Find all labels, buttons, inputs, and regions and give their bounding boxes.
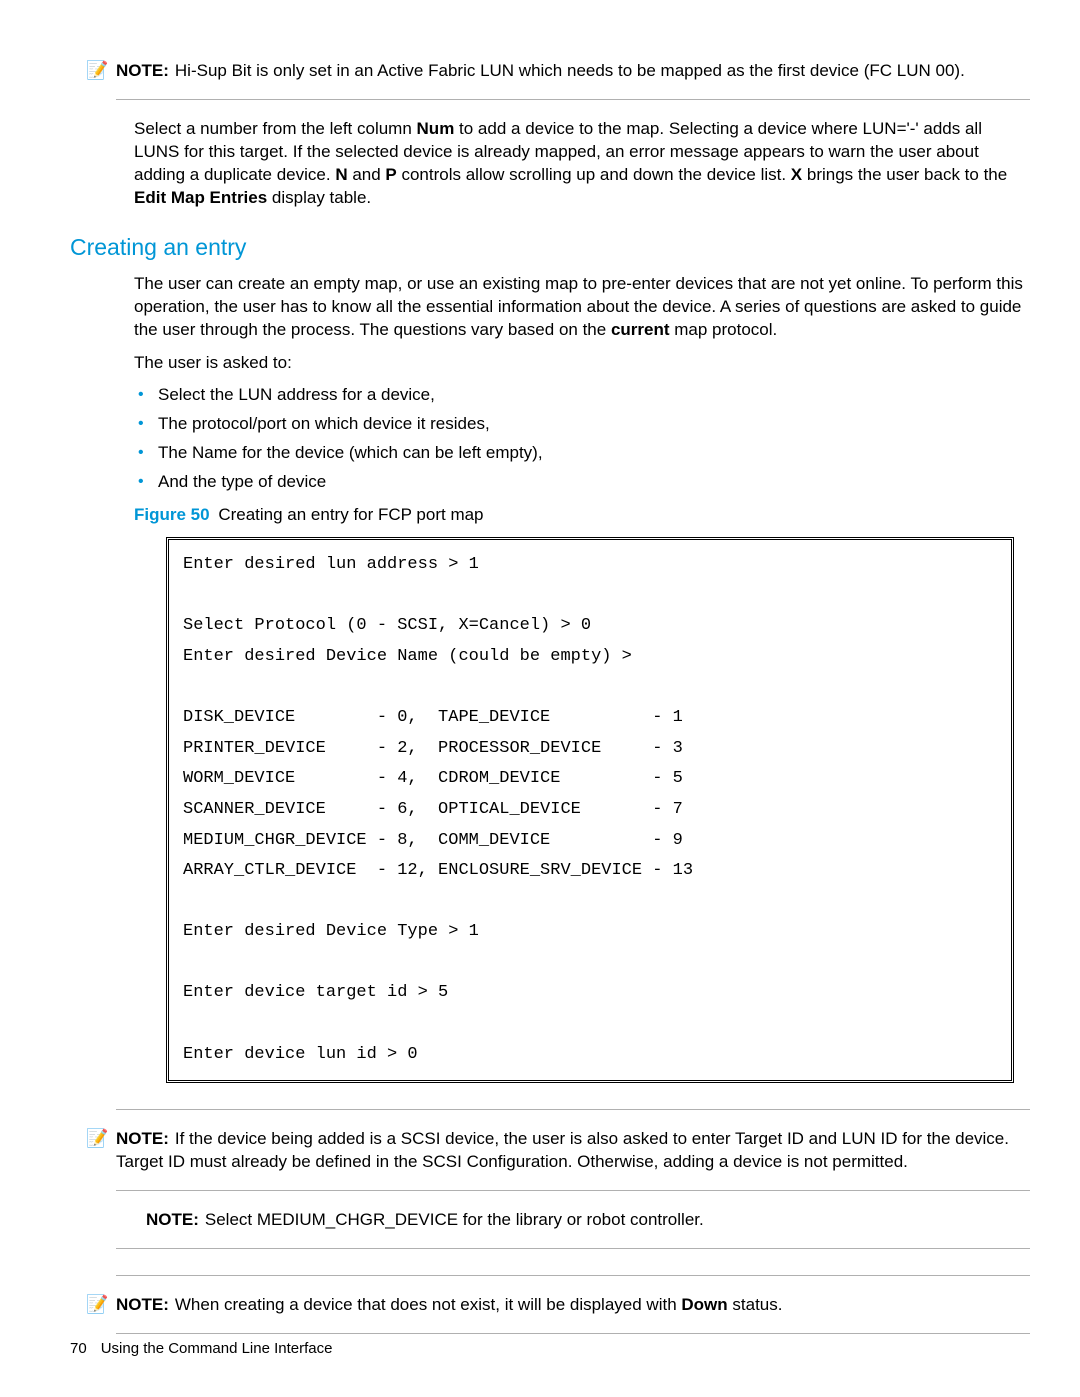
heading-creating-an-entry: Creating an entry: [70, 232, 1030, 263]
paragraph-user-asked: The user is asked to:: [134, 352, 1030, 375]
list-item: And the type of device: [136, 471, 1030, 494]
page-footer: 70 Using the Command Line Interface: [70, 1339, 332, 1359]
figure-caption: Figure 50 Creating an entry for FCP port…: [134, 504, 1030, 527]
note-label: NOTE:: [146, 1210, 199, 1229]
divider: [116, 99, 1030, 100]
divider: [116, 1275, 1030, 1276]
figure-caption-text: Creating an entry for FCP port map: [214, 505, 484, 524]
note-scsi-device: 📝 NOTE:If the device being added is a SC…: [116, 1128, 1030, 1174]
paragraph-create-empty-map: The user can create an empty map, or use…: [134, 273, 1030, 342]
note-icon: 📝: [86, 1294, 116, 1316]
note-medium-chgr: NOTE: Select MEDIUM_CHGR_DEVICE for the l…: [116, 1209, 1030, 1232]
note-body: NOTE:If the device being added is a SCSI…: [116, 1128, 1030, 1174]
chapter-title: Using the Command Line Interface: [101, 1340, 333, 1357]
list-item: The Name for the device (which can be le…: [136, 442, 1030, 465]
note-text: Hi-Sup Bit is only set in an Active Fabr…: [175, 61, 965, 80]
divider: [116, 1190, 1030, 1191]
note-body: NOTE:When creating a device that does no…: [116, 1294, 782, 1317]
divider: [116, 1333, 1030, 1334]
paragraph-select-number: Select a number from the left column Num…: [134, 118, 1030, 210]
list-item: Select the LUN address for a device,: [136, 384, 1030, 407]
note-icon: 📝: [86, 1128, 116, 1150]
note-hi-sup-bit: 📝 NOTE:Hi-Sup Bit is only set in an Acti…: [116, 60, 1030, 83]
note-label: NOTE:: [116, 1129, 169, 1148]
list-item: The protocol/port on which device it res…: [136, 413, 1030, 436]
bullet-list: Select the LUN address for a device, The…: [136, 384, 1030, 494]
divider: [116, 1109, 1030, 1110]
code-block-fcp-map: Enter desired lun address > 1 Select Pro…: [166, 537, 1014, 1083]
note-down-status: 📝 NOTE:When creating a device that does …: [116, 1294, 1030, 1317]
note-body: NOTE: Hi-Sup Bit is only set in an Active…: [116, 60, 965, 83]
note-text: If the device being added is a SCSI devi…: [116, 1129, 1009, 1171]
note-text: Select MEDIUM_CHGR_DEVICE for the librar…: [205, 1210, 704, 1229]
note-body: NOTE: Select MEDIUM_CHGR_DEVICE for the l…: [146, 1209, 704, 1232]
note-icon: 📝: [86, 60, 116, 82]
note-label: NOTE:: [116, 1295, 169, 1314]
note-label: NOTE:: [116, 61, 169, 80]
divider: [116, 1248, 1030, 1249]
page-number: 70: [70, 1340, 87, 1357]
figure-label: Figure 50: [134, 505, 210, 524]
